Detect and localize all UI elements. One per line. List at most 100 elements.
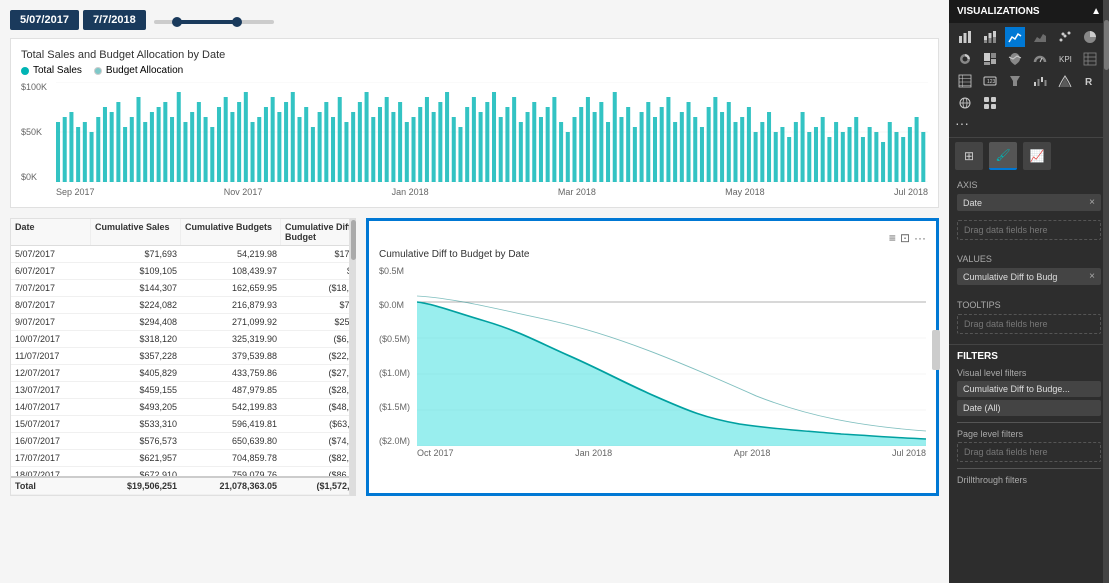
analytics-tab[interactable]: 📈: [1023, 142, 1051, 170]
line-chart-popup: ≡ ⊡ ··· Cumulative Diff to Budget by Dat…: [366, 218, 939, 496]
filter-cumulative-diff[interactable]: Cumulative Diff to Budge...: [957, 381, 1101, 397]
top-chart-area: Total Sales and Budget Allocation by Dat…: [10, 38, 939, 208]
table-body[interactable]: 5/07/2017$71,69354,219.98$17,4736/07/201…: [11, 246, 349, 476]
table-cell-1-3: $665: [281, 263, 349, 279]
table-cell-1-0: 6/07/2017: [11, 263, 91, 279]
matrix-icon[interactable]: [955, 71, 975, 91]
filters-section: FILTERS Visual level filters Cumulative …: [949, 344, 1109, 494]
pie-chart-icon[interactable]: [1080, 27, 1100, 47]
line-chart-icon[interactable]: [1005, 27, 1025, 47]
table-cell-13-3: ($86,170): [281, 467, 349, 476]
date-slider[interactable]: [150, 20, 278, 24]
start-date-button[interactable]: 5/07/2017: [10, 10, 79, 30]
total-sales: $19,506,251: [91, 478, 181, 494]
y-label-50k: $50K: [21, 127, 47, 137]
panel-scrollbar[interactable]: [1103, 0, 1109, 583]
area-chart-icon[interactable]: [1030, 27, 1050, 47]
main-content: 5/07/2017 7/7/2018 Total Sales and Budge…: [0, 0, 949, 583]
filter-date[interactable]: Date (All): [957, 400, 1101, 416]
table-cell-7-3: ($27,931): [281, 365, 349, 381]
table-cell-7-0: 12/07/2017: [11, 365, 91, 381]
legend-sales-label: Total Sales: [33, 65, 82, 76]
table-row: 18/07/2017$672,910759,079.76($86,170): [11, 467, 349, 476]
table-cell-0-3: $17,473: [281, 246, 349, 262]
table-cell-4-3: $25,308: [281, 314, 349, 330]
card-icon[interactable]: 123: [980, 71, 1000, 91]
table-row: 11/07/2017$357,228379,539.88($22,312): [11, 348, 349, 365]
treemap-icon[interactable]: [980, 49, 1000, 69]
kpi-icon[interactable]: KPI: [1055, 49, 1075, 69]
slider-fill: [174, 20, 234, 24]
bar-chart-icon[interactable]: [955, 27, 975, 47]
table-cell-12-1: $621,957: [91, 450, 181, 466]
gauge-icon[interactable]: [1030, 49, 1050, 69]
table-cell-8-3: ($28,825): [281, 382, 349, 398]
table-cell-12-2: 704,859.78: [181, 450, 281, 466]
table-cell-10-1: $533,310: [91, 416, 181, 432]
axis-field-close[interactable]: ×: [1089, 197, 1095, 208]
table-cell-2-3: ($18,353): [281, 280, 349, 296]
scatter-icon[interactable]: [1055, 27, 1075, 47]
r-icon[interactable]: R: [1080, 71, 1100, 91]
drag-fields-text[interactable]: Drag data fields here: [957, 220, 1101, 240]
table-row: 9/07/2017$294,408271,099.92$25,308: [11, 314, 349, 331]
donut-icon[interactable]: [955, 49, 975, 69]
line-y-4: ($1.5M): [379, 402, 417, 412]
table-cell-8-2: 487,979.85: [181, 382, 281, 398]
tooltips-drag[interactable]: Drag data fields here: [957, 314, 1101, 334]
ribbon-icon[interactable]: [1055, 71, 1075, 91]
table-cell-8-0: 13/07/2017: [11, 382, 91, 398]
fields-tab[interactable]: ⊞: [955, 142, 983, 170]
line-y-3: ($1.0M): [379, 368, 417, 378]
page-level-drag[interactable]: Drag data fields here: [957, 442, 1101, 462]
table-row: 13/07/2017$459,155487,979.85($28,825): [11, 382, 349, 399]
table-icon[interactable]: [1080, 49, 1100, 69]
stacked-bar-icon[interactable]: [980, 27, 1000, 47]
slider-handle-right[interactable]: [232, 17, 242, 27]
table-cell-7-1: $405,829: [91, 365, 181, 381]
map-icon[interactable]: [1005, 49, 1025, 69]
format-tab[interactable]: 🖌: [989, 142, 1017, 170]
table-row: 17/07/2017$621,957704,859.78($82,903): [11, 450, 349, 467]
slider-handle-left[interactable]: [172, 17, 182, 27]
table-row: 7/07/2017$144,307162,659.95($18,353): [11, 280, 349, 297]
table-cell-6-1: $357,228: [91, 348, 181, 364]
bottom-section: Date Cumulative Sales Cumulative Budgets…: [10, 218, 939, 496]
custom-icon[interactable]: [980, 93, 1000, 113]
table-container: Date Cumulative Sales Cumulative Budgets…: [10, 218, 356, 496]
table-cell-13-2: 759,079.76: [181, 467, 281, 476]
tooltips-label: Tooltips: [957, 300, 1101, 310]
table-cell-1-1: $109,105: [91, 263, 181, 279]
legend-dot-sales: [21, 67, 29, 75]
globe-icon[interactable]: [955, 93, 975, 113]
table-row: 8/07/2017$224,082216,879.93$7,202: [11, 297, 349, 314]
table-scroll-bar[interactable]: [350, 218, 356, 496]
values-field: Cumulative Diff to Budg ×: [957, 268, 1101, 285]
svg-text:123: 123: [987, 79, 996, 85]
chart-legend: Total Sales Budget Allocation: [21, 65, 928, 76]
table-cell-2-1: $144,307: [91, 280, 181, 296]
data-table: Date Cumulative Sales Cumulative Budgets…: [10, 218, 350, 496]
values-field-close[interactable]: ×: [1089, 271, 1095, 282]
table-cell-1-2: 108,439.97: [181, 263, 281, 279]
table-cell-4-0: 9/07/2017: [11, 314, 91, 330]
table-cell-3-0: 8/07/2017: [11, 297, 91, 313]
popup-expand-icon[interactable]: ⊡: [900, 231, 910, 245]
end-date-button[interactable]: 7/7/2018: [83, 10, 146, 30]
popup-resize-handle[interactable]: [932, 330, 940, 370]
legend-dot-budget: [94, 67, 102, 75]
funnel-icon[interactable]: [1005, 71, 1025, 91]
table-cell-3-3: $7,202: [281, 297, 349, 313]
legend-budget: Budget Allocation: [94, 65, 183, 76]
table-cell-7-2: 433,759.86: [181, 365, 281, 381]
popup-menu-icon[interactable]: ≡: [889, 231, 896, 245]
col-header-budgets: Cumulative Budgets: [181, 219, 281, 245]
table-total-row: Total $19,506,251 21,078,363.05 ($1,572,…: [11, 476, 349, 495]
popup-more-icon[interactable]: ···: [914, 231, 926, 245]
tooltips-section: Tooltips Drag data fields here: [949, 294, 1109, 344]
waterfall-icon[interactable]: [1030, 71, 1050, 91]
more-icons-indicator[interactable]: ···: [955, 113, 1103, 133]
line-y-5: ($2.0M): [379, 436, 417, 446]
table-cell-11-0: 16/07/2017: [11, 433, 91, 449]
drag-fields-area-top[interactable]: Drag data fields here: [949, 220, 1109, 248]
